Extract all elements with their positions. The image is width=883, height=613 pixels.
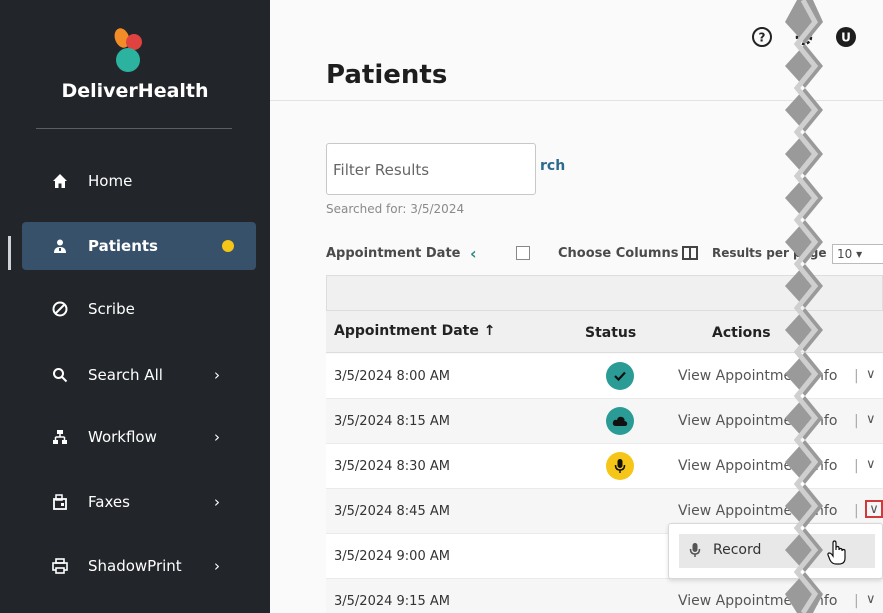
chevron-down-icon[interactable]: ∨ <box>866 367 876 382</box>
deliverhealth-logo <box>114 28 142 72</box>
scribe-icon <box>52 301 68 317</box>
sidebar-item-label: Faxes <box>88 493 130 511</box>
separator: | <box>854 368 859 384</box>
sidebar-item-label: Patients <box>88 237 158 255</box>
page-title: Patients <box>326 60 448 90</box>
filter-placeholder: Filter Results <box>333 161 430 179</box>
sidebar-item-label: ShadowPrint <box>88 557 182 575</box>
notification-dot <box>222 240 234 252</box>
avatar-initial: U <box>841 31 851 45</box>
chevron-right-icon: › <box>214 428 220 446</box>
sidebar-item-label: Scribe <box>88 300 135 318</box>
workflow-icon <box>52 429 68 445</box>
checked-icon <box>606 362 634 390</box>
chevron-down-icon[interactable]: ∨ <box>866 457 876 472</box>
appointment-date-cell: 3/5/2024 8:45 AM <box>334 504 450 519</box>
cloud-icon <box>606 407 634 435</box>
separator: | <box>854 593 859 609</box>
appointment-date-cell: 3/5/2024 8:00 AM <box>334 369 450 384</box>
searched-for-text: Searched for: 3/5/2024 <box>326 202 465 216</box>
main-content: ? U Patients Filter Results rch Searched… <box>270 0 883 613</box>
help-icon[interactable]: ? <box>751 26 773 48</box>
sidebar-item-shadowprint[interactable]: ShadowPrint › <box>22 542 256 590</box>
patient-icon <box>52 238 68 254</box>
appointment-date-cell: 3/5/2024 8:15 AM <box>334 414 450 429</box>
torn-edge-divider <box>785 0 823 613</box>
chevron-down-icon[interactable]: ∨ <box>866 592 876 607</box>
chevron-right-icon: › <box>214 366 220 384</box>
chevron-down-icon[interactable]: ∨ <box>865 500 883 518</box>
microphone-icon <box>606 452 634 480</box>
sidebar: DeliverHealth Home Patients Scribe Searc… <box>0 0 270 613</box>
previous-date-button[interactable]: ‹ <box>470 244 477 263</box>
fax-icon <box>52 494 68 510</box>
user-avatar[interactable]: U <box>835 26 857 48</box>
column-header-actions: Actions <box>712 325 771 341</box>
chevron-down-icon[interactable]: ∨ <box>866 412 876 427</box>
divider <box>36 128 232 129</box>
separator: | <box>854 503 859 519</box>
svg-text:?: ? <box>759 31 766 45</box>
results-per-page-value: 10 <box>837 247 853 261</box>
microphone-icon <box>689 542 701 562</box>
column-header-status: Status <box>585 325 637 341</box>
separator: | <box>854 413 859 429</box>
sidebar-item-label: Home <box>88 172 133 190</box>
chevron-right-icon: › <box>214 493 220 511</box>
select-checkbox[interactable] <box>516 246 530 260</box>
appointment-date-cell: 3/5/2024 9:00 AM <box>334 549 450 564</box>
sidebar-item-scribe[interactable]: Scribe <box>22 285 256 333</box>
separator: | <box>854 458 859 474</box>
search-icon <box>52 367 68 383</box>
sidebar-item-label: Workflow <box>88 428 157 446</box>
filter-results-input[interactable]: Filter Results <box>326 143 536 195</box>
choose-columns-button[interactable]: Choose Columns <box>558 246 678 261</box>
sidebar-item-label: Search All <box>88 366 163 384</box>
sidebar-item-workflow[interactable]: Workflow › <box>22 413 256 461</box>
columns-icon[interactable] <box>682 246 698 260</box>
active-indicator <box>8 236 11 270</box>
appointment-date-cell: 3/5/2024 9:15 AM <box>334 594 450 609</box>
home-icon <box>52 173 68 189</box>
appointment-date-cell: 3/5/2024 8:30 AM <box>334 459 450 474</box>
search-button[interactable]: rch <box>540 158 565 174</box>
appointment-date-label: Appointment Date <box>326 246 461 261</box>
sidebar-item-patients[interactable]: Patients <box>22 222 256 270</box>
sidebar-item-faxes[interactable]: Faxes › <box>22 478 256 526</box>
printer-icon <box>52 558 68 574</box>
column-header-appointment-date[interactable]: Appointment Date ↑ <box>334 323 495 339</box>
chevron-right-icon: › <box>214 557 220 575</box>
brand-name: DeliverHealth <box>61 80 209 102</box>
sidebar-item-search-all[interactable]: Search All › <box>22 351 256 399</box>
results-per-page-select[interactable]: 10 ▾ <box>832 244 883 264</box>
sidebar-item-home[interactable]: Home <box>22 157 256 205</box>
record-label: Record <box>713 542 762 558</box>
